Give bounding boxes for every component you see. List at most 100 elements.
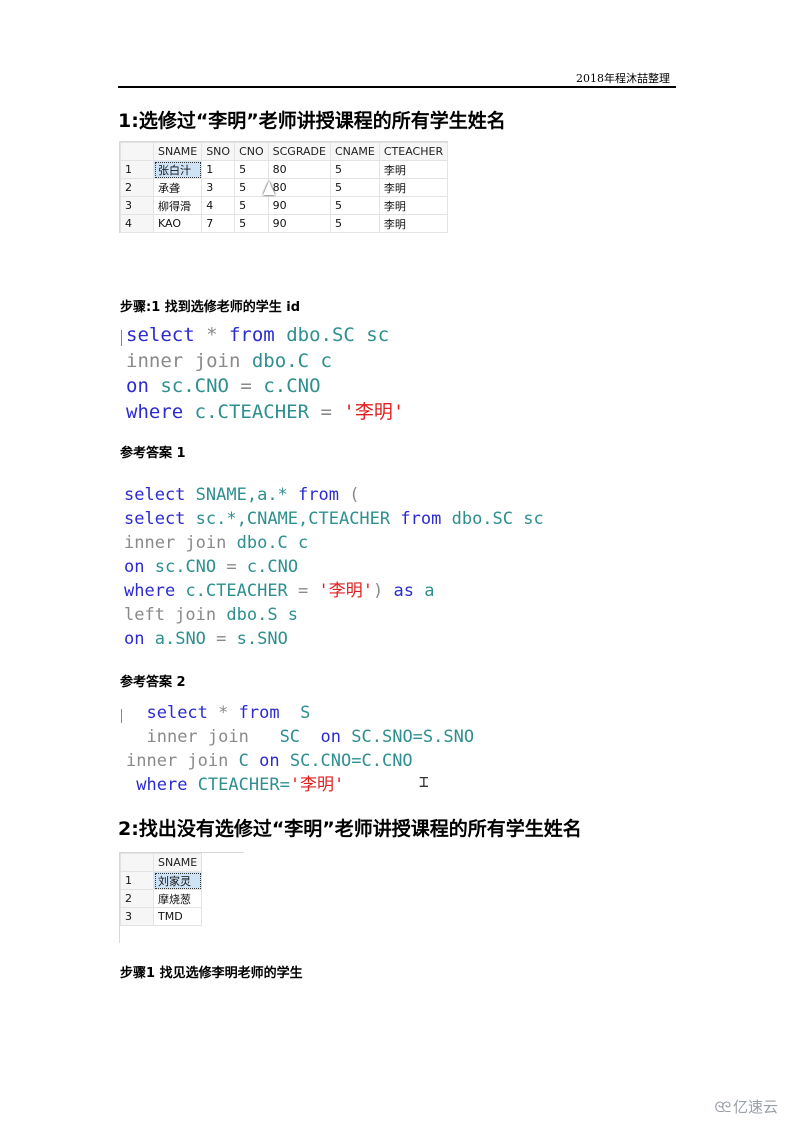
- code-line: on a.SNO = s.SNO: [124, 631, 544, 655]
- column-header-cteacher[interactable]: CTEACHER: [378, 142, 449, 161]
- cell-sno[interactable]: 7: [201, 214, 236, 233]
- row-number-cell[interactable]: 1: [120, 160, 154, 179]
- table-row[interactable]: 4 KAO 7 5 90 5 李明: [120, 214, 449, 233]
- row-number-header[interactable]: [120, 142, 154, 161]
- table-body: 1 刘家灵 2 摩烧葱 3 TMD: [120, 871, 203, 926]
- cell-cname[interactable]: 5: [329, 178, 380, 197]
- cell-sname[interactable]: 刘家灵: [152, 871, 203, 890]
- code-token: select: [124, 485, 186, 505]
- code-token: c.CTEACHER: [194, 400, 310, 423]
- code-token: where: [126, 400, 184, 423]
- cell-sname[interactable]: 摩烧葱: [152, 889, 203, 908]
- cell-sno[interactable]: 3: [201, 178, 236, 197]
- cell-sname[interactable]: 张白汁: [152, 160, 203, 179]
- cell-sname[interactable]: 柳得滑: [152, 196, 203, 215]
- cell-cno[interactable]: 5: [234, 214, 269, 233]
- code-token: c.CNO: [246, 557, 299, 577]
- cell-cteacher[interactable]: 李明: [378, 178, 449, 197]
- code-token: CTEACHER=: [197, 775, 290, 795]
- code-token: '李明': [343, 400, 405, 423]
- code-token: dbo.SC sc: [286, 324, 390, 346]
- cell-sname[interactable]: KAO: [152, 214, 203, 233]
- cell-sname[interactable]: 承聋: [152, 178, 203, 197]
- result-grid-1: SNAME SNO CNO SCGRADE CNAME CTEACHER 1 张白汁 1 5 80…: [119, 141, 449, 233]
- code-token: dbo.C c: [251, 349, 332, 372]
- row-number-cell[interactable]: 2: [120, 889, 154, 908]
- code-token: dbo.SC sc: [451, 509, 544, 529]
- row-number-cell[interactable]: 3: [120, 907, 154, 926]
- mouse-pointer-icon: [263, 181, 275, 195]
- sql-code-step1: select * from dbo.SC sc inner join dbo.C …: [126, 326, 404, 428]
- code-token: a: [424, 581, 435, 601]
- result-grid-2: SNAME 1 刘家灵 2 摩烧葱 3 TMD: [119, 852, 244, 943]
- row-number-cell[interactable]: 4: [120, 214, 154, 233]
- cell-scgrade[interactable]: 80: [267, 160, 331, 179]
- table-row[interactable]: 2 承聋 3 5 80 5 李明: [120, 178, 449, 197]
- row-number-header[interactable]: [120, 853, 154, 872]
- cell-cno[interactable]: 5: [234, 196, 269, 215]
- cell-cteacher[interactable]: 李明: [378, 214, 449, 233]
- column-header-sno[interactable]: SNO: [201, 142, 236, 161]
- code-line: on sc.CNO = c.CNO: [126, 377, 404, 403]
- row-number-cell[interactable]: 3: [120, 196, 154, 215]
- cloud-logo-icon: ᘓᘓ: [714, 1100, 731, 1116]
- column-header-cno[interactable]: CNO: [234, 142, 269, 161]
- cell-cname[interactable]: 5: [329, 160, 380, 179]
- code-token: *: [207, 703, 239, 723]
- cell-scgrade[interactable]: 80: [267, 178, 331, 197]
- code-token: on: [124, 557, 145, 577]
- table-row[interactable]: 1 刘家灵: [120, 871, 203, 890]
- code-token: left join: [124, 605, 217, 625]
- code-line: select SNAME,a.* from (: [124, 487, 544, 511]
- code-token: inner join: [146, 727, 249, 747]
- table-row[interactable]: 3 柳得滑 4 5 90 5 李明: [120, 196, 449, 215]
- code-token: =: [216, 557, 247, 577]
- code-token: SNAME,a.*: [195, 485, 288, 505]
- column-header-sname[interactable]: SNAME: [152, 853, 203, 872]
- watermark-text: 亿速云: [732, 1098, 778, 1116]
- table-row[interactable]: 1 张白汁 1 5 80 5 李明: [120, 160, 449, 179]
- code-line: inner join dbo.C c: [126, 349, 404, 378]
- code-line: select * from dbo.SC sc: [126, 326, 404, 352]
- code-token: s.SNO: [236, 629, 288, 649]
- column-header-scgrade[interactable]: SCGRADE: [267, 142, 331, 161]
- table-row[interactable]: 2 摩烧葱: [120, 889, 203, 908]
- cell-sname[interactable]: TMD: [152, 907, 203, 926]
- cell-cname[interactable]: 5: [329, 196, 380, 215]
- cell-scgrade[interactable]: 90: [267, 196, 331, 215]
- cell-sno[interactable]: 4: [201, 196, 236, 215]
- table-row[interactable]: 3 TMD: [120, 907, 203, 926]
- row-number-cell[interactable]: 2: [120, 178, 154, 197]
- row-number-cell[interactable]: 1: [120, 871, 154, 890]
- code-token: SC.SNO=S.SNO: [351, 727, 475, 747]
- code-token: inner join: [126, 349, 241, 372]
- cell-cname[interactable]: 5: [329, 214, 380, 233]
- code-line: where c.CTEACHER = '李明': [126, 400, 405, 429]
- result-table-1: SNAME SNO CNO SCGRADE CNAME CTEACHER 1 张白汁 1 5 80…: [120, 142, 449, 233]
- code-token: sc.*,CNAME,CTEACHER: [195, 509, 391, 529]
- code-token: *: [194, 324, 229, 346]
- cell-cteacher[interactable]: 李明: [378, 160, 449, 179]
- code-token: c.CNO: [263, 375, 321, 397]
- column-header-cname[interactable]: CNAME: [329, 142, 380, 161]
- code-token: c.CTEACHER: [185, 581, 288, 601]
- text-cursor-icon: [121, 330, 122, 346]
- cell-cteacher[interactable]: 李明: [378, 196, 449, 215]
- section2-step1-label: 步骤1 找见选修李明老师的学生: [120, 966, 303, 981]
- column-header-sname[interactable]: SNAME: [152, 142, 203, 161]
- cell-cno[interactable]: 5: [234, 160, 269, 179]
- code-token: on: [259, 751, 280, 771]
- cell-sno[interactable]: 1: [201, 160, 236, 179]
- cell-scgrade[interactable]: 90: [267, 214, 331, 233]
- code-line: inner join SC on SC.SNO=S.SNO: [126, 729, 474, 753]
